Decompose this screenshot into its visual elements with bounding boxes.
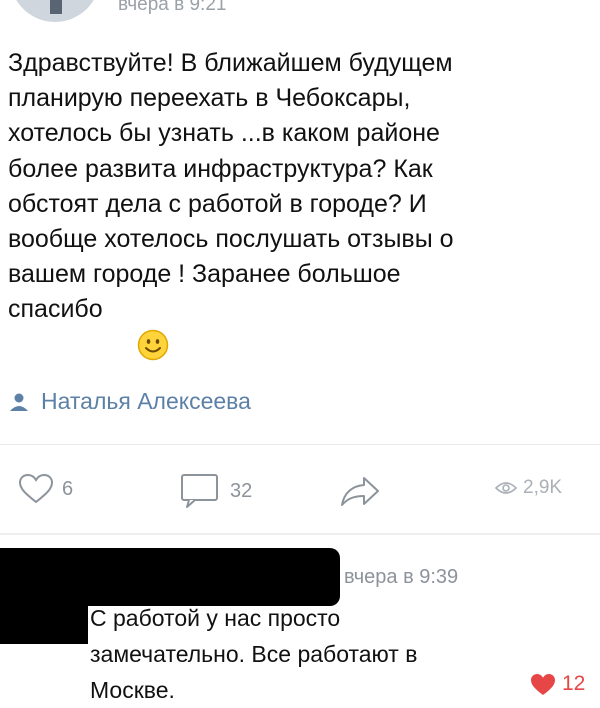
comment-icon <box>181 474 218 508</box>
divider <box>0 533 600 535</box>
user-icon <box>10 393 28 411</box>
reply-time: вчера в 9:39 <box>344 566 459 588</box>
eye-icon <box>495 482 517 494</box>
redacted-avatar <box>0 592 88 644</box>
post-time: вчера в 9:21 <box>118 0 227 15</box>
reply-like-button[interactable]: 12 <box>530 672 585 696</box>
views-count: 2,9K <box>523 477 563 498</box>
heart-outline-icon <box>18 473 54 504</box>
post-author-name[interactable]: Наталья Алексеева <box>41 388 251 415</box>
like-button[interactable]: 6 <box>18 473 73 505</box>
comment-button[interactable]: 32 <box>180 473 252 509</box>
post-actions-bar: 6 32 2,9K <box>0 473 600 513</box>
share-icon <box>341 477 379 506</box>
share-button[interactable] <box>340 475 380 507</box>
post-text: Здравствуйте! В ближайшем будущем планир… <box>8 49 454 324</box>
comment-count: 32 <box>230 479 253 502</box>
reply-like-count: 12 <box>562 672 586 695</box>
like-count: 6 <box>62 477 74 500</box>
smile-emoji-icon <box>137 329 169 361</box>
post-author[interactable]: Наталья Алексеева <box>8 388 251 415</box>
post-avatar[interactable] <box>10 0 100 22</box>
heart-filled-icon <box>531 673 555 695</box>
reply-text: С работой у нас просто замечательно. Все… <box>90 605 418 703</box>
divider <box>0 444 600 445</box>
views: 2,9K <box>495 477 562 499</box>
